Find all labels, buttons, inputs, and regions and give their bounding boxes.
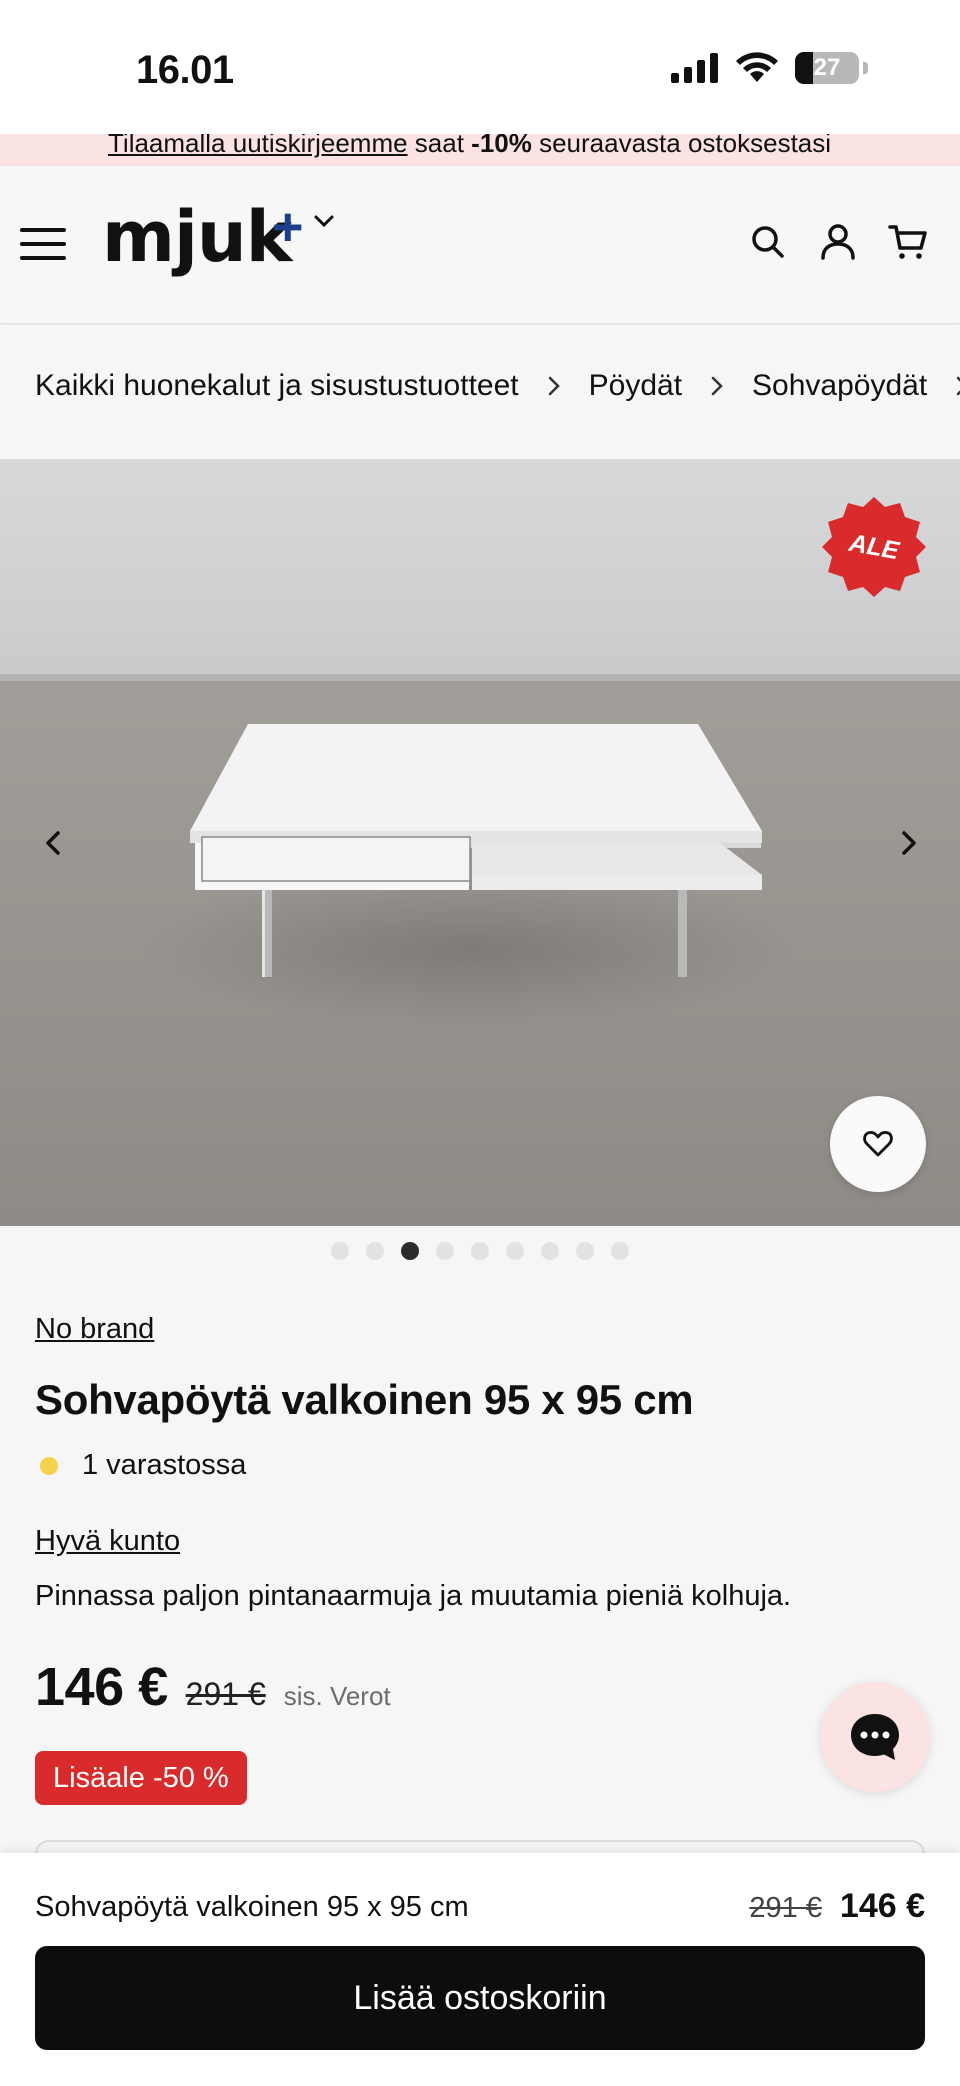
chevron-down-icon[interactable]: [314, 214, 334, 228]
condition-description: Pinnassa paljon pintanaarmuja ja muutami…: [35, 1580, 792, 1612]
product-image-gallery[interactable]: ALE: [0, 459, 960, 1226]
favorite-button[interactable]: [830, 1096, 926, 1192]
status-icons: 27: [671, 52, 868, 84]
sticky-prices: 291 € 146 €: [749, 1887, 925, 1926]
sticky-original-price: 291 €: [749, 1892, 822, 1924]
breadcrumb: Kaikki huonekalut ja sisustustuotteet Pö…: [0, 325, 960, 459]
battery-icon: 27: [795, 52, 859, 84]
cart-icon[interactable]: [888, 222, 928, 262]
product-title: Sohvapöytä valkoinen 95 x 95 cm: [35, 1376, 694, 1423]
gallery-dot[interactable]: [401, 1242, 419, 1260]
sticky-current-price: 146 €: [839, 1887, 925, 1925]
promo-banner: Tilaamalla uutiskirjeemme saat -10% seur…: [0, 134, 960, 166]
sale-badge: ALE: [822, 495, 926, 599]
stock-status: 1 varastossa: [40, 1449, 246, 1482]
breadcrumb-item-tables[interactable]: Pöydät: [589, 369, 682, 403]
heart-icon: [863, 1131, 893, 1157]
chat-bubble-icon: [851, 1714, 899, 1760]
discount-badge: Lisäale -50 %: [35, 1751, 247, 1805]
chevron-right-icon: [548, 376, 560, 396]
breadcrumb-item-coffee-tables[interactable]: Sohvapöydät: [752, 369, 927, 403]
promo-discount: -10%: [471, 134, 532, 158]
chat-button[interactable]: [820, 1682, 930, 1792]
sale-badge-shape: ALE: [822, 497, 926, 597]
battery-level: 27: [813, 54, 841, 81]
gallery-dot[interactable]: [436, 1242, 454, 1260]
promo-text: Tilaamalla uutiskirjeemme saat -10% seur…: [108, 134, 831, 159]
logo[interactable]: mjuk +: [102, 196, 342, 286]
breadcrumb-item-all-furniture[interactable]: Kaikki huonekalut ja sisustustuotteet: [35, 369, 519, 403]
newsletter-link[interactable]: Tilaamalla uutiskirjeemme: [108, 134, 408, 158]
original-price: 291 €: [185, 1676, 266, 1712]
stock-indicator-dot: [40, 1456, 58, 1475]
gallery-dot[interactable]: [331, 1242, 349, 1260]
current-price: 146 €: [35, 1657, 168, 1717]
gallery-dot[interactable]: [471, 1242, 489, 1260]
product-image: [0, 459, 960, 1226]
tax-note: sis. Verot: [283, 1681, 391, 1711]
breadcrumb-trail: Kaikki huonekalut ja sisustustuotteet Pö…: [35, 369, 960, 403]
gallery-dot[interactable]: [366, 1242, 384, 1260]
stock-text: 1 varastossa: [82, 1449, 247, 1481]
account-icon[interactable]: [818, 222, 858, 262]
gallery-dot[interactable]: [541, 1242, 559, 1260]
gallery-dot[interactable]: [576, 1242, 594, 1260]
previous-image-arrow-icon[interactable]: [36, 821, 72, 865]
price-row: 146 € 291 € sis. Verot: [35, 1656, 391, 1718]
logo-text: mjuk: [102, 196, 292, 278]
gallery-pagination: [0, 1242, 960, 1260]
status-bar: 16.01 27: [0, 0, 960, 134]
next-image-arrow-icon[interactable]: [890, 821, 926, 865]
add-to-cart-button[interactable]: Lisää ostoskoriin: [35, 1946, 925, 2050]
promo-text-middle: saat: [407, 134, 472, 158]
status-time: 16.01: [136, 48, 234, 92]
brand-link[interactable]: No brand: [35, 1313, 154, 1346]
promo-text-end: seuraavasta ostoksestasi: [531, 134, 832, 158]
gallery-dot[interactable]: [611, 1242, 629, 1260]
condition-link[interactable]: Hyvä kunto: [35, 1525, 180, 1558]
site-header: mjuk +: [0, 166, 960, 324]
wifi-icon: [736, 52, 778, 82]
logo-plus: +: [272, 197, 304, 257]
search-icon[interactable]: [748, 222, 788, 262]
sticky-product-title: Sohvapöytä valkoinen 95 x 95 cm: [35, 1891, 469, 1923]
gallery-dot[interactable]: [506, 1242, 524, 1260]
chevron-right-icon: [711, 376, 723, 396]
sticky-add-to-cart-bar: Sohvapöytä valkoinen 95 x 95 cm 291 € 14…: [0, 1853, 960, 2086]
cellular-signal-icon: [671, 53, 718, 83]
hamburger-menu-icon[interactable]: [20, 226, 66, 262]
chevron-right-icon: [956, 376, 960, 396]
